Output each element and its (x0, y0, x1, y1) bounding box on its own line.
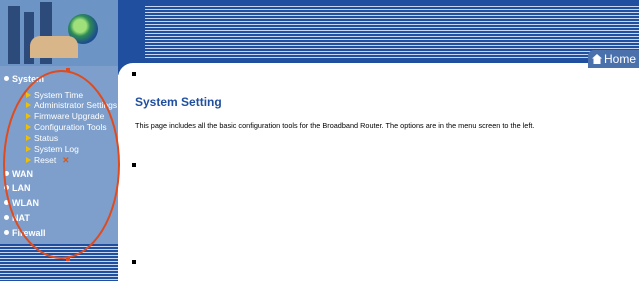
annotation-marker (66, 68, 70, 72)
annotation-marker (66, 257, 70, 261)
bullet-icon (4, 76, 9, 81)
annotation-ellipse (3, 70, 120, 259)
content-corner (118, 63, 639, 78)
home-label: Home (604, 52, 637, 66)
page-title: System Setting (135, 95, 222, 109)
spacer-bullet (132, 260, 136, 264)
bullet-icon (4, 230, 9, 235)
page-description: This page includes all the basic configu… (135, 121, 535, 130)
building-graphic (8, 6, 20, 64)
home-icon (592, 54, 602, 64)
header-stripes (145, 4, 639, 58)
bullet-icon (4, 215, 9, 220)
spacer-bullet (132, 72, 136, 76)
brand-logo (0, 0, 118, 66)
people-graphic (30, 36, 78, 58)
spacer-bullet (132, 163, 136, 167)
home-button[interactable]: Home (588, 50, 639, 68)
